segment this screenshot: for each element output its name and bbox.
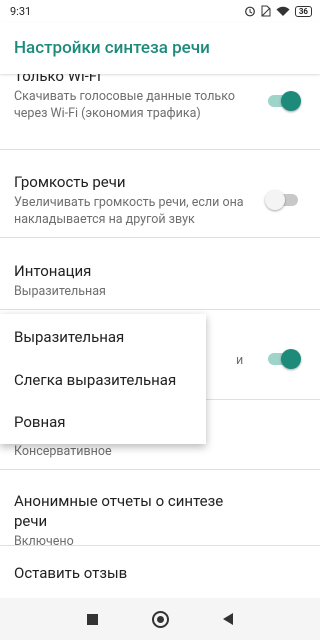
alarm-icon (244, 6, 255, 17)
intonation-menu: Выразительная Слегка выразительная Ровна… (0, 314, 206, 444)
setting-title: Анонимные отчеты о синтезе речи (14, 492, 224, 530)
setting-title: Оставить отзыв (14, 564, 128, 582)
status-icons: 36 (244, 5, 312, 17)
no-sim-icon (261, 5, 271, 17)
setting-subtitle: Увеличивать громкость речи, если она нак… (14, 195, 244, 227)
toggle-knob (281, 91, 301, 111)
home-dot (157, 615, 164, 623)
system-nav-bar (0, 598, 320, 640)
wifi-only-toggle[interactable] (266, 90, 301, 111)
menu-item-expressive[interactable]: Выразительная (14, 328, 124, 346)
toggle-knob (281, 349, 301, 369)
hidden-row-toggle[interactable] (266, 348, 301, 369)
setting-subtitle-fragment: и (236, 353, 244, 368)
recents-button[interactable] (87, 613, 98, 625)
toggle-knob (265, 190, 285, 210)
setting-title: Громкость речи (14, 173, 126, 191)
setting-anon-reports[interactable]: Анонимные отчеты о синтезе речи Включено (0, 470, 320, 549)
setting-title: Интонация (14, 262, 92, 280)
home-button[interactable] (152, 610, 169, 628)
wifi-icon (276, 6, 290, 16)
menu-item-flat[interactable]: Ровная (14, 413, 66, 431)
battery-indicator: 36 (294, 5, 312, 17)
setting-intonation[interactable]: Интонация Выразительная (0, 238, 320, 310)
setting-subtitle: Выразительная (14, 284, 106, 299)
back-button[interactable] (223, 613, 233, 625)
setting-title: Только Wi-Fi (14, 74, 101, 85)
status-bar: 9:31 36 (0, 0, 320, 22)
volume-toggle-switch[interactable] (265, 189, 300, 210)
setting-subtitle: Консервативное (14, 444, 112, 459)
setting-wifi-only[interactable]: Только Wi-Fi Скачивать голосовые данные … (0, 74, 320, 150)
page-title: Настройки синтеза речи (14, 38, 210, 58)
app-bar: Настройки синтеза речи (0, 22, 320, 74)
menu-item-slightly-expressive[interactable]: Слегка выразительная (14, 371, 176, 389)
status-time: 9:31 (10, 4, 32, 18)
setting-feedback[interactable]: Оставить отзыв (0, 546, 320, 598)
setting-subtitle: Скачивать голосовые данные только через … (14, 89, 235, 121)
